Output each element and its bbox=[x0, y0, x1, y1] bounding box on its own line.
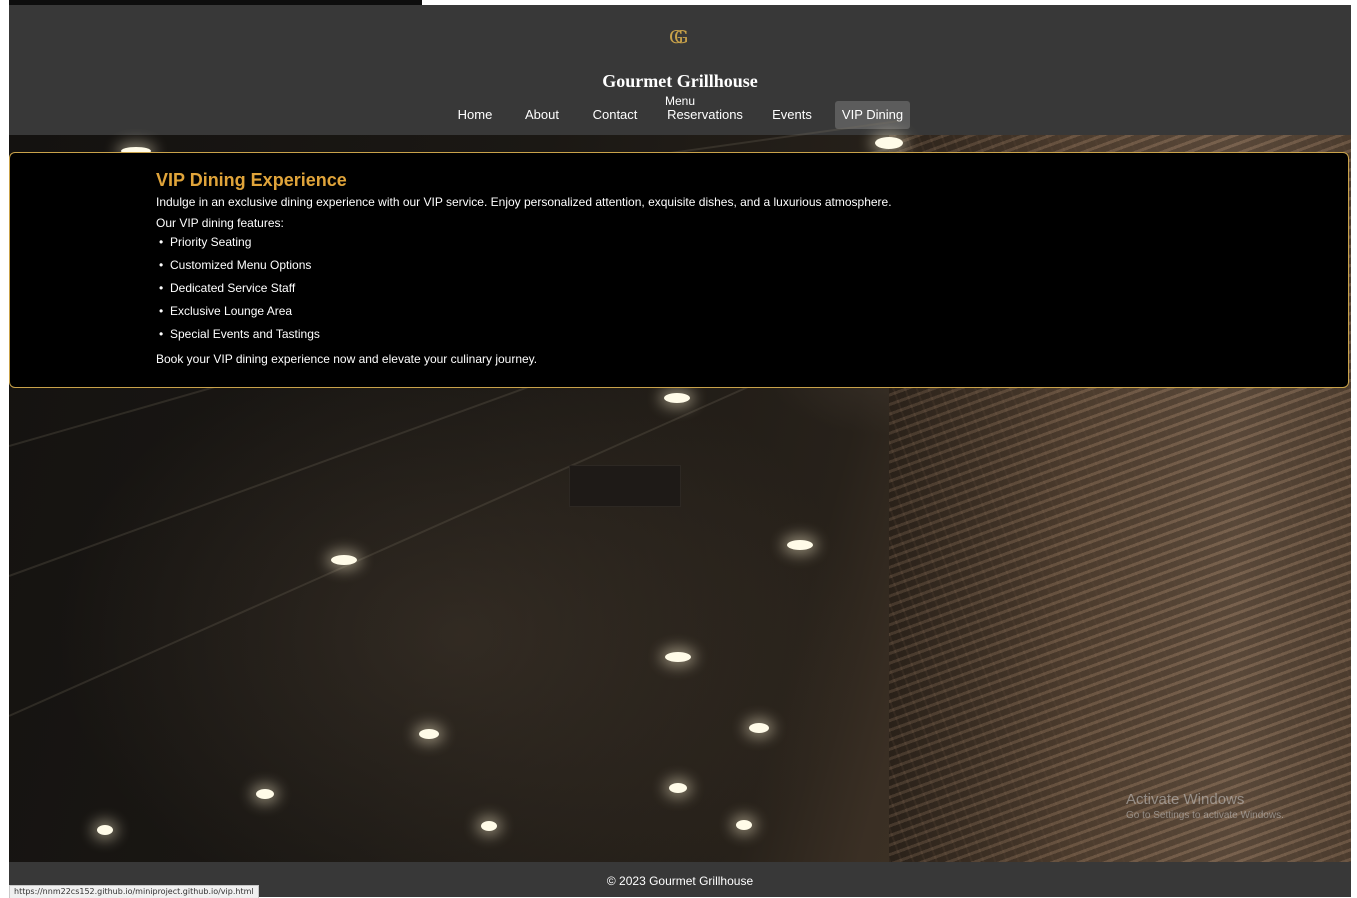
ceiling-light bbox=[787, 540, 813, 550]
nav-reservations[interactable]: Reservations bbox=[667, 101, 743, 129]
vip-title: VIP Dining Experience bbox=[156, 170, 347, 190]
nav-events[interactable]: Events bbox=[769, 101, 815, 129]
logo-icon[interactable]: G G bbox=[9, 27, 1351, 54]
ceiling-beam bbox=[9, 349, 832, 717]
status-bar-url: https://nnm22cs152.github.io/miniproject… bbox=[9, 885, 259, 898]
ceiling-light bbox=[749, 723, 769, 733]
activate-windows-watermark: Activate Windows Go to Settings to activ… bbox=[1126, 791, 1284, 821]
ceiling-light bbox=[481, 821, 497, 831]
footer-copyright: © 2023 Gourmet Grillhouse bbox=[606, 874, 754, 888]
ceiling-vent bbox=[569, 465, 681, 507]
ceiling-light bbox=[97, 825, 113, 835]
nav-contact[interactable]: Contact bbox=[589, 101, 641, 129]
feature-item: Priority Seating bbox=[156, 231, 1256, 254]
vip-content: VIP Dining Experience Indulge in an excl… bbox=[156, 170, 1256, 367]
vip-features-list: Priority Seating Customized Menu Options… bbox=[156, 231, 1256, 346]
feature-item: Exclusive Lounge Area bbox=[156, 300, 1256, 323]
ceiling-light bbox=[875, 137, 903, 149]
page: G G Gourmet Grillhouse Home About Contac… bbox=[9, 5, 1351, 897]
nav-home[interactable]: Home bbox=[452, 101, 498, 129]
ceiling-light bbox=[419, 729, 439, 739]
brand-title: Gourmet Grillhouse bbox=[602, 71, 758, 91]
ceiling-light bbox=[665, 652, 691, 662]
feature-item: Customized Menu Options bbox=[156, 254, 1256, 277]
ceiling-light bbox=[256, 789, 274, 799]
nav-about[interactable]: About bbox=[522, 101, 562, 129]
vip-features-heading: Our VIP dining features: bbox=[156, 216, 284, 230]
feature-item: Special Events and Tastings bbox=[156, 323, 1256, 346]
ceiling-light bbox=[664, 393, 690, 403]
site-header: G G Gourmet Grillhouse Home About Contac… bbox=[9, 5, 1351, 135]
main-nav: Home About Contact Menu Reservations Eve… bbox=[9, 94, 1351, 131]
ceiling-light bbox=[331, 555, 357, 565]
vip-intro: Indulge in an exclusive dining experienc… bbox=[156, 195, 892, 209]
feature-item: Dedicated Service Staff bbox=[156, 277, 1256, 300]
ceiling-light bbox=[736, 820, 752, 830]
ceiling-light bbox=[669, 783, 687, 793]
watermark-subtitle: Go to Settings to activate Windows. bbox=[1126, 810, 1284, 821]
logo-letter-overlay: G bbox=[674, 27, 689, 48]
vip-outro: Book your VIP dining experience now and … bbox=[156, 352, 538, 366]
watermark-title: Activate Windows bbox=[1126, 791, 1245, 808]
vip-dining-card: VIP Dining Experience Indulge in an excl… bbox=[9, 152, 1349, 388]
